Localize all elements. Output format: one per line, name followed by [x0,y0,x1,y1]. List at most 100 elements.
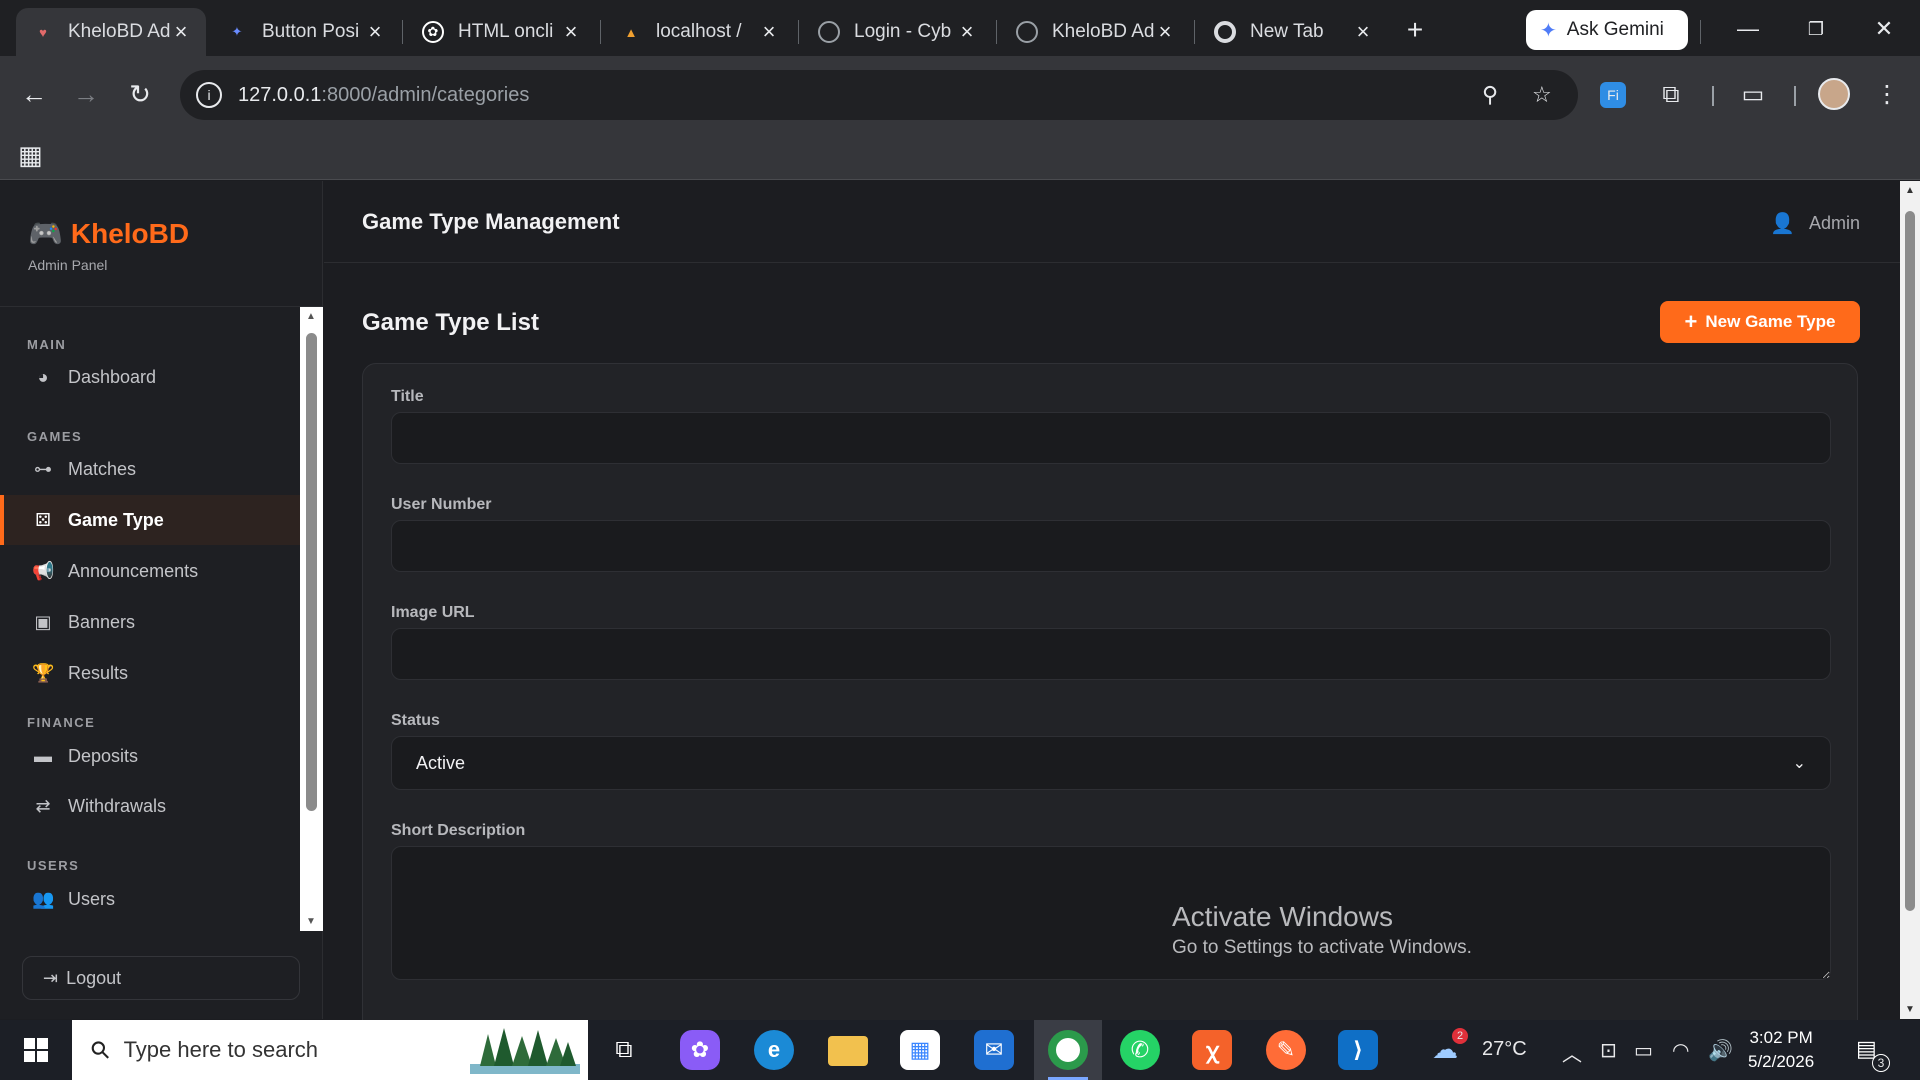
sidebar-item-announcements[interactable]: 📢 Announcements [0,546,300,596]
site-info-icon[interactable]: i [196,82,222,108]
image-url-input[interactable] [391,628,1831,680]
sidebar-item-label: Results [68,662,129,683]
scroll-up-icon[interactable]: ▲ [1905,185,1915,196]
notification-count: 3 [1872,1054,1890,1072]
brand-logo[interactable]: 🎮 KheloBD [28,217,189,250]
meet-now-icon[interactable]: ⊡ [1600,1038,1617,1063]
phpmyadmin-icon: ▲ [624,24,638,40]
tab-login-cyber[interactable]: Login - Cyb × [802,8,992,56]
sidebar-item-label: Matches [68,458,137,479]
sidebar-item-results[interactable]: 🏆 Results [0,648,300,698]
chevron-up-icon[interactable]: ︿ [1562,1038,1582,1067]
money-transfer-icon: ⇄ [35,795,51,816]
tab-new-tab[interactable]: New Tab × [1198,8,1388,56]
copilot-icon[interactable]: ✿ [680,1030,720,1070]
brand-subtitle: Admin Panel [28,257,108,273]
more-menu-icon[interactable]: ⋮ [1870,78,1904,112]
wifi-icon[interactable]: ◠ [1672,1038,1689,1063]
tab-close-icon[interactable]: × [1352,19,1374,45]
tab-close-icon[interactable]: × [1154,19,1176,45]
sidebar-item-game-type[interactable]: ⚄ Game Type [0,495,300,545]
admin-page: 🎮 KheloBD Admin Panel MAIN ◕ Dashboard G… [0,181,1900,1043]
section-title: Game Type List [362,309,539,336]
megaphone-icon: 📢 [32,560,55,581]
windows-start-icon[interactable] [14,1034,58,1066]
user-number-input[interactable] [391,520,1831,572]
reload-icon[interactable]: ↻ [120,74,160,114]
bookmark-star-icon[interactable]: ☆ [1532,82,1552,108]
sidebar: 🎮 KheloBD Admin Panel MAIN ◕ Dashboard G… [0,181,323,1019]
sidebar-scrollbar[interactable]: ▲ ▼ [300,307,323,931]
extension-fi-icon[interactable]: Fi [1600,82,1626,108]
forward-arrow-icon[interactable]: → [66,74,106,114]
new-game-type-button[interactable]: + New Game Type [1660,301,1860,343]
scrollbar-thumb[interactable] [1905,211,1915,911]
page-scrollbar[interactable]: ▲ ▼ [1900,181,1920,1019]
tab-close-icon[interactable]: × [560,19,582,45]
profile-avatar[interactable] [1818,78,1850,110]
tab-kelobd-admin-2[interactable]: KheloBD Ad × [1000,8,1190,56]
chevron-down-icon: ⌄ [1792,755,1806,772]
microsoft-store-icon[interactable]: ▦ [900,1030,940,1070]
plus-icon: + [1684,309,1698,334]
apps-grid-icon[interactable]: ▦ [18,140,43,171]
sidebar-item-dashboard[interactable]: ◕ Dashboard [0,352,300,402]
scrollbar-thumb[interactable] [306,333,317,811]
sign-out-icon: ⇥ [43,967,59,988]
file-explorer-icon[interactable] [828,1036,868,1066]
scroll-down-icon[interactable]: ▼ [1905,1004,1915,1015]
short-description-textarea[interactable] [391,846,1831,980]
outlook-icon[interactable]: ✉ [974,1030,1014,1070]
minimize-icon[interactable]: — [1718,10,1778,48]
edge-icon[interactable]: e [754,1030,794,1070]
search-icon: ⚲ [85,1034,117,1066]
page-title: Game Type Management [362,209,620,234]
tab-close-icon[interactable]: × [758,19,780,45]
tab-button-position[interactable]: ✦ Button Posi × [210,8,400,56]
sidebar-item-deposits[interactable]: ▬ Deposits [0,731,300,781]
restore-icon[interactable]: ❐ [1786,10,1846,48]
logout-button[interactable]: ⇥ Logout [22,956,300,1000]
weather-temp[interactable]: 27°C [1482,1038,1527,1061]
status-select[interactable]: Active ⌄ [391,736,1831,790]
back-arrow-icon[interactable]: ← [14,74,54,114]
taskbar-search-box[interactable]: ⚲ Type here to search [72,1020,588,1080]
puzzle-extensions-icon[interactable]: ⧉ [1654,78,1688,112]
admin-user-menu[interactable]: 👤 Admin [1770,211,1860,236]
tab-close-icon[interactable]: × [956,19,978,45]
tab-html-onclick[interactable]: ✿ HTML oncli × [406,8,596,56]
address-bar[interactable]: i 127.0.0.1 :8000/admin/categories ⚲ ☆ [180,70,1578,120]
tab-localhost[interactable]: ▲ localhost / × [604,8,794,56]
sidebar-item-banners[interactable]: ▣ Banners [0,597,300,647]
tab-close-icon[interactable]: × [170,19,192,45]
scroll-down-icon[interactable]: ▼ [306,916,316,927]
task-view-icon[interactable]: ⧉ [604,1030,644,1070]
tab-title: localhost / [656,21,742,42]
status-selected-value: Active [416,752,466,773]
tab-title: KheloBD Ad [68,21,170,42]
globe-icon [1016,21,1038,43]
scroll-up-icon[interactable]: ▲ [306,311,316,322]
battery-icon[interactable]: ▭ [1634,1038,1653,1063]
zoom-icon[interactable]: ⚲ [1482,82,1498,108]
title-input[interactable] [391,412,1831,464]
close-window-icon[interactable]: ✕ [1854,10,1914,48]
new-tab-button[interactable]: + [1398,14,1432,48]
volume-icon[interactable]: 🔊 [1708,1038,1733,1063]
sidebar-item-withdrawals[interactable]: ⇄ Withdrawals [0,781,300,831]
whatsapp-icon[interactable]: ✆ [1120,1030,1160,1070]
xampp-icon[interactable]: ꭓ [1192,1030,1232,1070]
ask-gemini-button[interactable]: ✦ Ask Gemini [1526,10,1688,50]
tab-title: New Tab [1250,21,1324,42]
postman-icon[interactable]: ✎ [1266,1030,1306,1070]
sidebar-item-matches[interactable]: ⊶ Matches [0,444,300,494]
tab-separator [1194,20,1195,44]
vscode-icon[interactable]: ⟩ [1338,1030,1378,1070]
tab-kelobd-admin[interactable]: ♥ KheloBD Ad × [16,8,206,56]
gemini-star-icon: ✦ [1540,19,1557,42]
sidebar-item-users[interactable]: 👥 Users [0,874,300,924]
tab-close-icon[interactable]: × [364,19,386,45]
system-clock[interactable]: 3:02 PM 5/2/2026 [1748,1026,1814,1074]
chrome-taskbar-active[interactable] [1034,1020,1102,1080]
tab-search-icon[interactable]: ▭ [1736,78,1770,112]
